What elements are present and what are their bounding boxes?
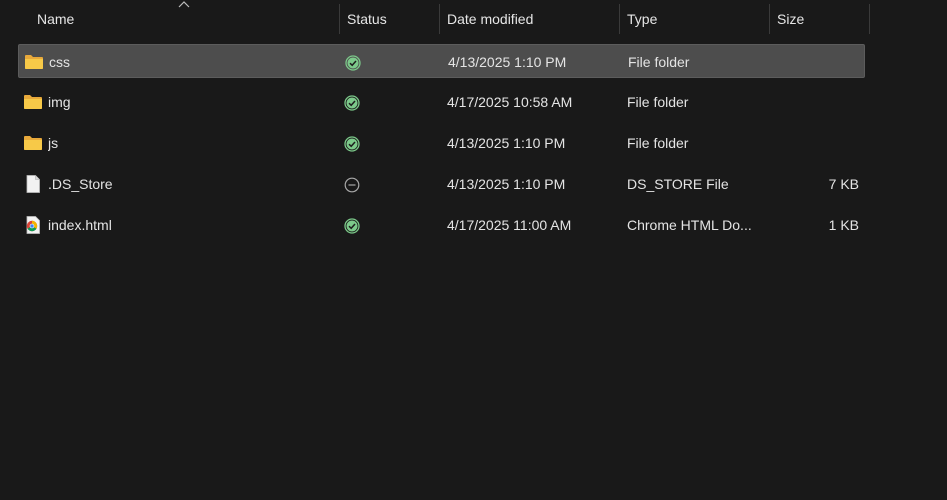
file-row-img[interactable]: img 4/17/2025 10:58 AM File folder: [18, 85, 865, 119]
file-date-modified: 4/17/2025 11:00 AM: [447, 217, 572, 233]
file-size: 7 KB: [828, 176, 859, 192]
file-type: Chrome HTML Do...: [627, 217, 752, 233]
file-size: [770, 126, 859, 160]
file-name: css: [49, 54, 70, 70]
file-name: js: [48, 135, 59, 151]
check-circle-icon: [344, 218, 360, 234]
file-name: index.html: [48, 217, 112, 233]
check-circle-icon: [345, 55, 361, 71]
column-header-date-modified[interactable]: Date modified: [440, 4, 619, 34]
check-circle-icon: [344, 136, 360, 152]
file-date-modified: 4/13/2025 1:10 PM: [447, 176, 566, 192]
folder-icon: [24, 136, 42, 150]
column-header-size[interactable]: Size: [770, 4, 869, 34]
file-date-modified: 4/17/2025 10:58 AM: [447, 94, 573, 110]
file-row-index-html[interactable]: index.html 4/17/2025 11:00 AM Chrome HTM…: [18, 208, 865, 242]
column-header-status[interactable]: Status: [340, 4, 439, 34]
column-divider[interactable]: [869, 4, 870, 34]
column-header-type[interactable]: Type: [620, 4, 769, 34]
file-size: [771, 45, 860, 79]
file-name: img: [48, 94, 71, 110]
column-header-bar: Name Status Date modified Type Size: [0, 0, 947, 36]
file-row-css[interactable]: css 4/13/2025 1:10 PM File folder: [18, 44, 865, 78]
file-type: DS_STORE File: [627, 176, 729, 192]
check-circle-icon: [344, 95, 360, 111]
file-row-ds-store[interactable]: .DS_Store 4/13/2025 1:10 PM DS_STORE Fil…: [18, 167, 865, 201]
file-date-modified: 4/13/2025 1:10 PM: [448, 54, 567, 70]
document-icon: [26, 175, 40, 193]
chrome-html-icon: [26, 216, 40, 234]
file-type: File folder: [627, 94, 689, 110]
file-type: File folder: [627, 135, 689, 151]
file-size: [770, 85, 859, 119]
column-header-name[interactable]: Name: [30, 4, 338, 34]
file-date-modified: 4/13/2025 1:10 PM: [447, 135, 566, 151]
file-type: File folder: [628, 54, 690, 70]
folder-icon: [24, 95, 42, 109]
file-size: 1 KB: [828, 217, 859, 233]
file-explorer-list: Name Status Date modified Type Size css …: [0, 0, 947, 500]
file-name: .DS_Store: [48, 176, 113, 192]
minus-circle-icon: [344, 177, 360, 193]
file-row-js[interactable]: js 4/13/2025 1:10 PM File folder: [18, 126, 865, 160]
folder-icon: [25, 55, 43, 69]
